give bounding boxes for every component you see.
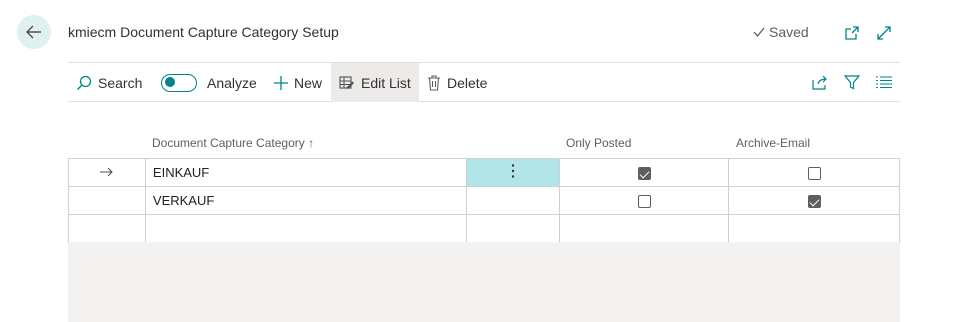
data-grid: EINKAUF VERKAUF [68, 158, 900, 243]
saved-status: Saved [752, 24, 809, 40]
archive-email-checkbox[interactable] [807, 195, 821, 209]
table-row-new[interactable] [68, 214, 900, 243]
trash-icon [428, 74, 440, 91]
empty-list-area [68, 242, 900, 322]
search-icon [77, 75, 92, 90]
delete-button[interactable]: Delete [427, 63, 487, 102]
analyze-toggle[interactable]: Analyze [161, 63, 257, 102]
category-cell[interactable]: EINKAUF [144, 158, 467, 187]
search-label: Search [98, 74, 143, 91]
table-row[interactable]: VERKAUF [68, 186, 900, 215]
only-posted-cell[interactable] [559, 214, 730, 243]
sort-ascending-icon: ↑ [308, 136, 315, 150]
list-view-icon[interactable] [875, 73, 893, 91]
only-posted-checkbox[interactable] [637, 167, 651, 181]
saved-label: Saved [769, 24, 809, 40]
action-bar: Search Analyze New Edit List Delete [68, 62, 900, 102]
archive-email-cell [728, 158, 900, 187]
column-header-category[interactable]: Document Capture Category ↑ [152, 136, 314, 150]
share-icon[interactable] [811, 73, 829, 91]
row-indicator [68, 214, 146, 243]
checkmark-icon [753, 27, 765, 38]
more-options-icon[interactable] [511, 163, 515, 179]
column-header-only-posted[interactable]: Only Posted [566, 136, 631, 150]
only-posted-cell [559, 158, 730, 187]
row-actions-cell[interactable] [465, 186, 561, 215]
edit-list-label: Edit List [361, 74, 411, 91]
arrow-left-icon [26, 25, 41, 39]
column-header-archive-email[interactable]: Archive-Email [736, 136, 810, 150]
archive-email-checkbox[interactable] [807, 167, 821, 181]
current-row-arrow-icon [99, 167, 113, 177]
back-button[interactable] [17, 15, 51, 49]
row-actions-cell[interactable] [465, 158, 561, 187]
archive-email-cell [728, 186, 900, 215]
row-indicator [68, 186, 146, 215]
only-posted-cell [559, 186, 730, 215]
delete-label: Delete [447, 74, 488, 91]
row-actions-cell[interactable] [465, 214, 561, 243]
expand-icon[interactable] [875, 24, 893, 42]
new-label: New [294, 74, 323, 91]
only-posted-checkbox[interactable] [637, 195, 651, 209]
edit-list-icon [339, 75, 354, 89]
edit-list-button[interactable]: Edit List [331, 63, 419, 102]
analyze-label: Analyze [207, 74, 257, 91]
archive-email-cell[interactable] [728, 214, 900, 243]
plus-icon [274, 75, 288, 90]
filter-icon[interactable] [843, 73, 861, 91]
new-button[interactable]: New [274, 63, 322, 102]
row-indicator [68, 158, 146, 187]
column-header-category-label: Document Capture Category [152, 136, 305, 150]
page: kmiecm Document Capture Category Setup S… [0, 0, 968, 322]
table-row[interactable]: EINKAUF [68, 158, 900, 187]
toggle-switch[interactable] [161, 73, 197, 92]
page-title: kmiecm Document Capture Category Setup [68, 24, 339, 40]
category-cell[interactable]: VERKAUF [144, 186, 467, 215]
search-button[interactable]: Search [76, 63, 142, 102]
open-new-window-icon[interactable] [843, 24, 861, 42]
category-cell[interactable] [144, 214, 467, 243]
